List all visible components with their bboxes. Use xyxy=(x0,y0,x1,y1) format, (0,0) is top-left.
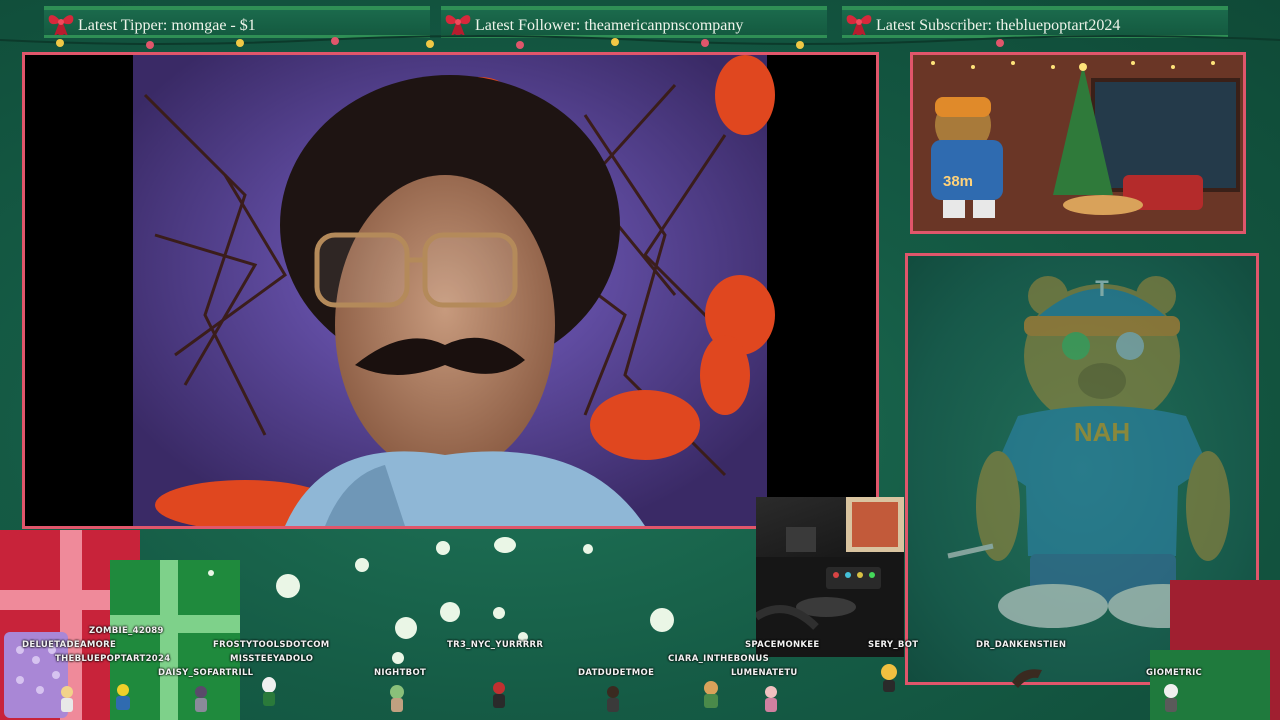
chatter-avatar xyxy=(61,686,73,712)
chatter-avatar xyxy=(493,682,505,708)
chatter-avatar xyxy=(262,677,276,706)
chatter-name: FROSTYTOOLSDOTCOM xyxy=(213,640,330,650)
chatter-name: DATDUDETMOE xyxy=(578,668,655,678)
snow-bokeh xyxy=(583,544,593,554)
svg-text:NAH: NAH xyxy=(1074,417,1130,447)
snow-bokeh xyxy=(493,607,505,619)
chatter-avatar xyxy=(390,685,404,712)
chatter-name: LUMENATETU xyxy=(731,668,798,678)
snow-bokeh xyxy=(650,608,674,632)
string-lights xyxy=(0,35,1280,49)
chatter-avatar xyxy=(765,686,777,712)
chatter-avatar xyxy=(704,681,718,708)
snow-bokeh xyxy=(276,574,300,598)
chatter-name: CIARA_INTHEBONUS xyxy=(668,654,769,664)
chatter-name: TR3_NYC_YURRRRR xyxy=(447,640,544,650)
chatter-avatar xyxy=(607,686,619,712)
cozy-scene-image xyxy=(913,55,1243,231)
chatter-avatar xyxy=(195,686,207,712)
chatter-avatar xyxy=(881,664,897,692)
chatter-avatar xyxy=(1012,669,1042,688)
chatter-name: DELUETADEAMORE xyxy=(22,640,117,650)
snow-bokeh xyxy=(395,617,417,639)
chatter-name: DAISY_SOFARTRILL xyxy=(158,668,254,678)
camera-badge: 38m xyxy=(943,173,974,190)
chatter-name: SERY_BOT xyxy=(868,640,919,650)
main-video-panel[interactable] xyxy=(22,52,879,529)
cozy-scene-camera: 38m xyxy=(910,52,1246,234)
snow-bokeh xyxy=(392,652,404,664)
chatter-name: MISSTEEYADOLO xyxy=(230,654,314,664)
chatter-avatar xyxy=(1164,684,1178,712)
snow-bokeh xyxy=(355,558,369,572)
chatter-name: ZOMBIE_42089 xyxy=(89,626,164,636)
chatter-name: GIOMETRIC xyxy=(1146,668,1203,678)
desk-webcam xyxy=(756,497,904,657)
chatter-name: DR_DANKENSTIEN xyxy=(976,640,1067,650)
chatter-avatar xyxy=(116,684,130,710)
snow-bokeh xyxy=(440,602,460,622)
svg-text:T: T xyxy=(1095,276,1109,301)
chatter-name: NIGHTBOT xyxy=(374,668,427,678)
video-frame-image xyxy=(25,55,876,526)
chatter-name: THEBLUEPOPTART2024 xyxy=(55,654,171,664)
snow-bokeh xyxy=(208,570,214,576)
chatter-name: SPACEMONKEE xyxy=(745,640,820,650)
desk-webcam-image xyxy=(756,497,904,657)
snow-bokeh xyxy=(494,537,516,553)
snow-bokeh xyxy=(436,541,450,555)
